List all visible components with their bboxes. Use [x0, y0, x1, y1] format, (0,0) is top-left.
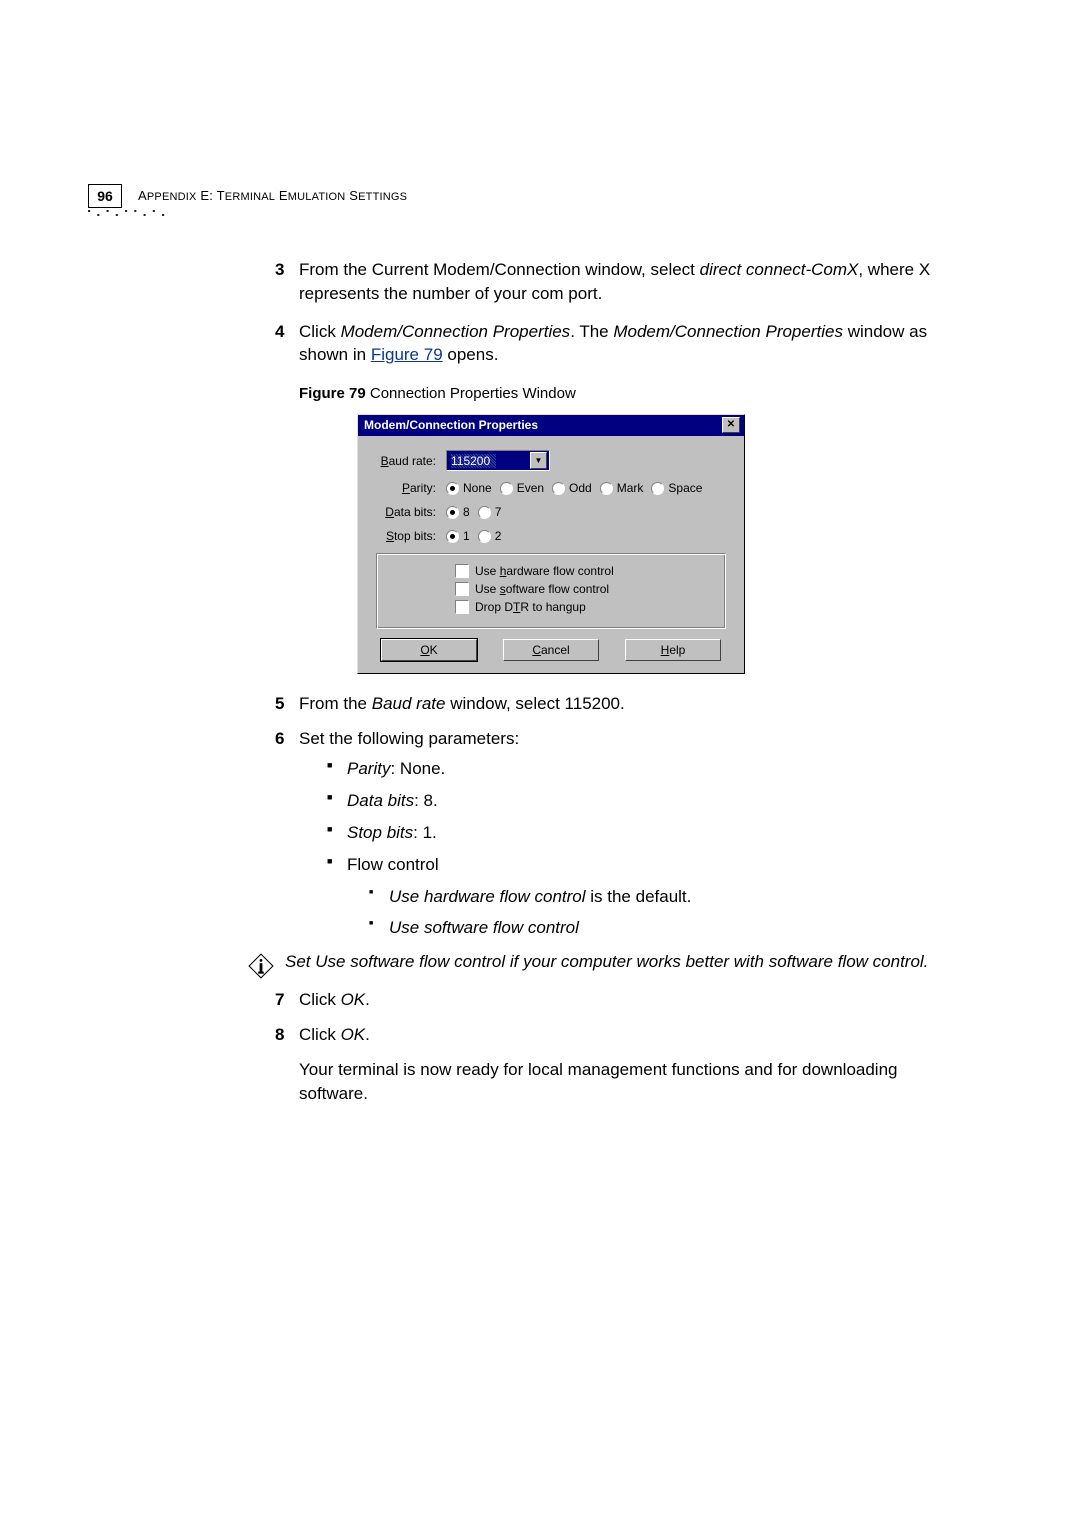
stop-bits-2-radio[interactable]: 2 [478, 529, 502, 543]
step-3: From the Current Modem/Connection window… [275, 258, 950, 306]
figure-link[interactable]: Figure 79 [371, 345, 443, 364]
data-bits-8-radio[interactable]: 8 [446, 505, 470, 519]
parity-space-radio[interactable]: Space [651, 481, 702, 495]
parity-odd-radio[interactable]: Odd [552, 481, 592, 495]
step-8: Click OK. [275, 1023, 950, 1048]
data-bits-7-radio[interactable]: 7 [478, 505, 502, 519]
bullet-data-bits: Data bits: 8. [327, 789, 950, 813]
info-note: Set Use software flow control if your co… [247, 950, 950, 980]
dialog-title: Modem/Connection Properties [364, 418, 538, 432]
stop-bits-label: Stop bits: [372, 529, 436, 543]
info-icon [247, 952, 275, 980]
decorative-dots: ⠂⠄⠂⠄⠂⠂⠄⠂⠄ [86, 204, 169, 221]
flow-control-group: Use hardware flow control Use software f… [376, 553, 726, 629]
figure-caption: Figure 79 Connection Properties Window [299, 385, 950, 402]
parity-label: Parity: [372, 481, 436, 495]
bullet-stop-bits: Stop bits: 1. [327, 821, 950, 845]
subbullet-hardware-flow: Use hardware flow control is the default… [369, 885, 950, 909]
step-4: Click Modem/Connection Properties. The M… [275, 320, 950, 368]
closing-paragraph: Your terminal is now ready for local man… [299, 1058, 950, 1107]
hardware-flow-checkbox[interactable]: Use hardware flow control [455, 564, 715, 578]
software-flow-checkbox[interactable]: Use software flow control [455, 582, 715, 596]
step-6: Set the following parameters: Parity: No… [275, 727, 950, 940]
dialog-titlebar: Modem/Connection Properties ✕ [358, 415, 744, 436]
help-button[interactable]: Help [625, 639, 721, 661]
step-7: Click OK. [275, 988, 950, 1013]
parity-even-radio[interactable]: Even [500, 481, 544, 495]
bullet-flow-control: Flow control Use hardware flow control i… [327, 853, 950, 940]
subbullet-software-flow: Use software flow control [369, 916, 950, 940]
step-5: From the Baud rate window, select 115200… [275, 692, 950, 717]
baud-rate-select[interactable]: 115200 ▼ [446, 450, 550, 471]
close-icon[interactable]: ✕ [722, 417, 740, 433]
running-header: APPENDIX E: TERMINAL EMULATION SETTINGS [138, 188, 407, 203]
cancel-button[interactable]: Cancel [503, 639, 599, 661]
parity-mark-radio[interactable]: Mark [600, 481, 644, 495]
bullet-parity: Parity: None. [327, 757, 950, 781]
chevron-down-icon[interactable]: ▼ [530, 452, 547, 469]
parity-none-radio[interactable]: None [446, 481, 492, 495]
stop-bits-1-radio[interactable]: 1 [446, 529, 470, 543]
modem-connection-properties-dialog: Modem/Connection Properties ✕ Baud rate:… [357, 414, 745, 674]
ok-button[interactable]: OK [381, 639, 477, 661]
baud-rate-label: Baud rate: [372, 454, 436, 468]
drop-dtr-checkbox[interactable]: Drop DTR to hangup [455, 600, 715, 614]
data-bits-label: Data bits: [372, 505, 436, 519]
